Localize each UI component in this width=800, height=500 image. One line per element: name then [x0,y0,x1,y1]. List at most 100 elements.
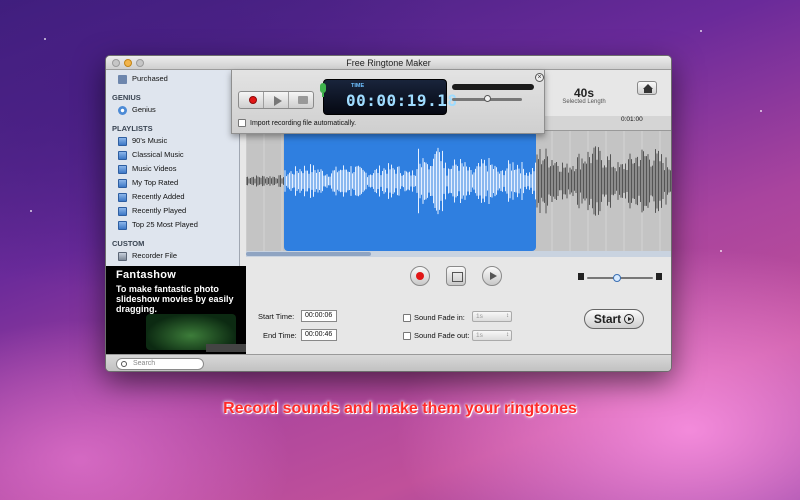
playlist-icon [118,192,127,202]
timer-value: 00:00:19.18 [346,91,458,110]
promo-text: To make fantastic photo slideshow movies… [116,284,234,314]
timer-label: TIME [351,83,365,89]
sound-fade-out-checkbox[interactable] [403,332,411,340]
record-transport-button[interactable] [410,266,430,286]
volume-low-icon [578,273,584,280]
purchased-icon [118,74,127,84]
close-window-button[interactable] [112,59,120,67]
zoom-window-button[interactable] [136,59,144,67]
import-icon [298,96,308,104]
sidebar-item-label: 90's Music [132,136,168,145]
sidebar-item-purchased[interactable]: Purchased [106,72,239,86]
selected-length-value: 40s [573,86,595,100]
sidebar-item-recorder-file[interactable]: Recorder File [106,249,239,263]
recording-timer: TIME 00:00:19.18 [320,79,457,115]
waveform-area[interactable] [246,131,672,251]
promo-caption: Record sounds and make them your rington… [223,400,577,417]
search-placeholder: Search [133,360,156,367]
sidebar-section-custom: CUSTOM [112,239,145,248]
sidebar-item-playlist[interactable]: Music Videos [106,162,239,176]
microphone-icon [319,83,327,97]
end-time-label: End Time: [263,331,297,340]
sidebar-item-playlist[interactable]: Top 25 Most Played [106,218,239,232]
playlist-icon [118,164,127,174]
ruler-time-label: 0:01:00 [621,116,643,123]
minimize-window-button[interactable] [124,59,132,67]
waveform-scrollbar-thumb[interactable] [246,252,371,256]
import-automatically-checkbox[interactable] [238,119,246,127]
sidebar-item-label: Genius [132,105,156,114]
import-automatically-option[interactable]: Import recording file automatically. [238,119,356,127]
recording-volume-slider[interactable] [452,95,522,102]
star [30,210,32,212]
sidebar-item-label: Purchased [132,74,168,83]
sidebar-item-playlist[interactable]: 90's Music [106,134,239,148]
input-level-meter [452,84,534,90]
app-window: Free Ringtone Maker Purchased GENIUS Gen… [105,55,672,372]
sound-fade-in-select[interactable]: 1s [472,311,512,322]
sidebar-item-label: Music Videos [132,164,177,173]
recorder-panel: TIME 00:00:19.18 × Import recording file… [231,70,545,134]
playlist-icon [118,206,127,216]
sound-fade-in-label: Sound Fade in: [414,313,465,322]
sidebar-item-label: Top 25 Most Played [132,220,198,229]
sidebar-section-genius: GENIUS [112,93,141,102]
star [44,38,46,40]
sidebar-item-label: Recently Added [132,192,185,201]
star [760,110,762,112]
sidebar-item-playlist[interactable]: Recently Added [106,190,239,204]
home-button[interactable] [637,81,657,95]
volume-high-icon [656,273,662,280]
import-automatically-label: Import recording file automatically. [250,119,357,127]
start-button[interactable]: Start [584,309,644,329]
recorder-button-group [238,91,314,109]
sidebar-item-playlist[interactable]: Recently Played [106,204,239,218]
bottom-bar: Search [106,354,671,371]
output-volume-slider[interactable] [587,274,653,282]
play-recording-button[interactable] [264,92,289,108]
search-input[interactable]: Search [116,358,204,370]
end-time-field[interactable]: 00:00:46 [301,329,337,341]
window-title: Free Ringtone Maker [346,58,431,68]
record-icon [249,96,257,104]
record-button[interactable] [239,92,264,108]
promo-thumbnail-strip [206,344,246,352]
import-recording-button[interactable] [289,92,313,108]
sidebar: Purchased GENIUS Genius PLAYLISTS 90's M… [106,70,240,266]
output-volume-knob[interactable] [613,274,622,282]
play-circle-icon [624,314,635,324]
close-recorder-button[interactable]: × [535,73,544,82]
promo-title: Fantashow [116,269,177,281]
playlist-icon [118,150,127,160]
start-time-field[interactable]: 00:00:06 [301,310,337,322]
play-selection-button[interactable] [446,266,466,286]
sidebar-item-genius[interactable]: Genius [106,103,239,117]
playlist-icon [118,220,127,230]
selected-length-label: Selected Length [562,99,606,105]
play-button[interactable] [482,266,502,286]
search-icon [121,361,127,367]
recording-volume-knob[interactable] [484,95,492,102]
playlist-icon [118,136,127,146]
recorder-file-icon [118,251,127,261]
output-volume-control[interactable] [578,273,666,283]
genius-icon [118,105,127,115]
waveform-graphic[interactable] [246,131,672,251]
sidebar-item-playlist[interactable]: Classical Music [106,148,239,162]
playlist-icon [118,178,127,188]
star [720,250,722,252]
sound-fade-out-select[interactable]: 1s [472,330,512,341]
sidebar-item-playlist[interactable]: My Top Rated [106,176,239,190]
sound-fade-in-checkbox[interactable] [403,314,411,322]
start-time-label: Start Time: [258,312,295,321]
sidebar-item-label: Recorder File [132,251,178,260]
sound-fade-out-label: Sound Fade out: [414,331,470,340]
title-bar: Free Ringtone Maker [106,56,671,70]
sidebar-item-label: Recently Played [132,206,187,215]
play-icon [274,96,282,106]
star [700,30,702,32]
fantashow-promo[interactable]: Fantashow To make fantastic photo slides… [106,266,246,354]
sidebar-item-label: Classical Music [132,150,184,159]
sidebar-item-label: My Top Rated [132,178,179,187]
sidebar-section-playlists: PLAYLISTS [112,124,153,133]
